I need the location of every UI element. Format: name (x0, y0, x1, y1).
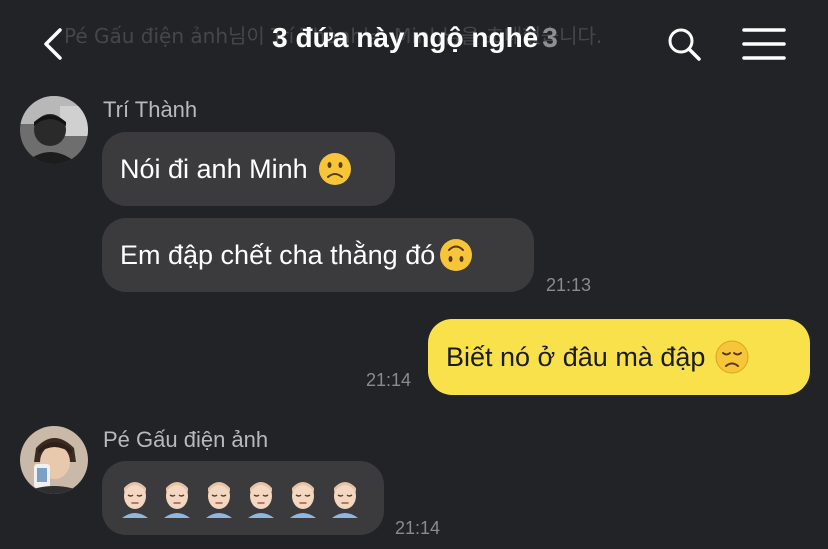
emoji-row (118, 478, 362, 518)
search-button[interactable] (664, 24, 704, 64)
back-button[interactable] (36, 24, 76, 64)
sleeping-face-icon (122, 482, 148, 518)
message-text: Em đập chết cha thằng đó (120, 239, 436, 270)
chat-title: 3 đứa này ngộ nghê 3 (230, 22, 600, 54)
menu-button[interactable] (740, 26, 788, 62)
message-timestamp: 21:13 (546, 275, 592, 295)
sender-name: Trí Thành (103, 97, 198, 122)
avatar-photo-icon (20, 96, 88, 164)
sleeping-face-icon (248, 482, 274, 518)
sleeping-face-icon (290, 482, 316, 518)
disappointed-face-icon (715, 340, 749, 374)
message-timestamp: 21:14 (366, 370, 412, 390)
message-bubble[interactable] (102, 461, 384, 535)
hamburger-menu-icon (742, 28, 786, 60)
search-icon (668, 28, 701, 61)
message-bubble[interactable]: Em đập chết cha thằng đó (102, 218, 534, 292)
avatar-photo-icon (20, 426, 88, 494)
message-text: Nói đi anh Minh (120, 153, 308, 184)
avatar-tri-thanh[interactable] (20, 96, 88, 164)
message-text: Biết nó ở đâu mà đập (446, 341, 706, 372)
sleeping-face-icon (332, 482, 358, 518)
avatar-pe-gau-dien-anh[interactable] (20, 426, 88, 494)
chat-header: Pé Gấu điện ảnh님이 Trí Thành님, Minh님을 초대했… (0, 0, 828, 88)
message-bubble[interactable]: Nói đi anh Minh (102, 132, 395, 206)
message-timestamp: 21:14 (395, 518, 441, 538)
upside-down-face-icon (440, 239, 473, 271)
member-count: 3 (542, 22, 558, 53)
sleeping-face-icon (164, 482, 190, 518)
sender-name: Pé Gấu điện ảnh (103, 427, 269, 452)
chevron-left-icon (44, 28, 62, 60)
my-message-bubble[interactable]: Biết nó ở đâu mà đập (428, 319, 810, 395)
chat-title-text: 3 đứa này ngộ nghê (272, 22, 539, 53)
slightly-frowning-face-icon (318, 153, 351, 185)
sleeping-face-icon (206, 482, 232, 518)
